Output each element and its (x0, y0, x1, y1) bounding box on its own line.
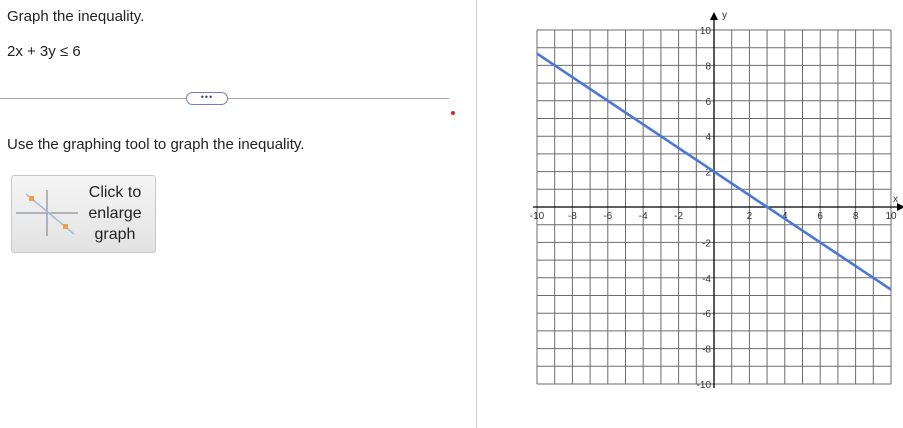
y-tick-label: -4 (702, 274, 711, 285)
x-tick-label: -8 (568, 211, 577, 222)
y-axis-label: y (722, 10, 727, 21)
question-pane: Graph the inequality. 2x + 3y ≤ 6 ••• Us… (0, 0, 476, 428)
expand-more-button[interactable]: ••• (186, 92, 228, 105)
question-title: Graph the inequality. (7, 8, 145, 25)
graph-thumbnail-icon (16, 190, 78, 236)
instruction-text: Use the graphing tool to graph the inequ… (7, 136, 305, 153)
x-tick-label: -10 (530, 211, 545, 222)
x-tick-label: 8 (853, 211, 859, 222)
x-axis-label: x (893, 194, 898, 205)
coordinate-graph[interactable]: yx -10 -8 -6 -4 -2 2 4 6 8 10108642-2-4-6-8-10 (476, 0, 903, 428)
y-tick-label: -6 (702, 309, 711, 320)
inequality-text: 2x + 3y ≤ 6 (7, 43, 81, 60)
y-tick-label: 6 (705, 97, 711, 108)
enlarge-graph-button[interactable]: Click to enlarge graph (11, 175, 156, 253)
enlarge-graph-label: Click to enlarge graph (88, 184, 142, 243)
x-tick-label: -4 (639, 211, 648, 222)
x-tick-label: 10 (885, 211, 897, 222)
y-tick-label: -10 (697, 380, 712, 391)
x-tick-label: 2 (747, 211, 753, 222)
y-tick-label: -8 (702, 345, 711, 356)
y-tick-label: 8 (705, 61, 711, 72)
x-tick-label: 6 (817, 211, 823, 222)
y-tick-label: 4 (705, 132, 711, 143)
y-tick-label: -2 (702, 238, 711, 249)
x-tick-label: -2 (674, 211, 683, 222)
y-tick-label: 10 (700, 26, 712, 37)
status-dot-icon (451, 111, 455, 115)
y-axis-arrow-icon (710, 12, 718, 20)
x-tick-label: -6 (603, 211, 612, 222)
